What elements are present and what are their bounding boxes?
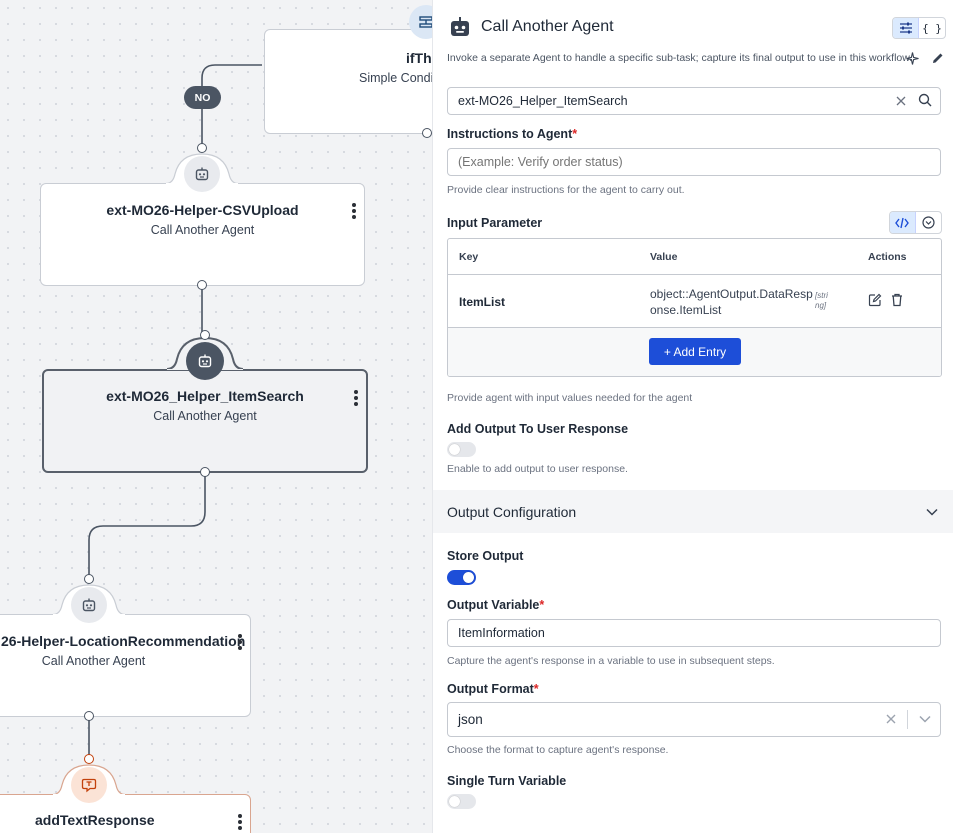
add-entry-button[interactable]: + Add Entry <box>649 338 741 365</box>
no-branch-label: NO <box>184 86 221 109</box>
table-header: Key Value Actions <box>448 239 941 275</box>
store-output-toggle[interactable] <box>447 570 476 585</box>
node-title: 26-Helper-LocationRecommendation <box>1 633 246 649</box>
node-menu-button[interactable] <box>238 634 242 650</box>
node-subtitle: Call Another Agent <box>153 409 257 423</box>
pencil-icon[interactable] <box>931 51 945 65</box>
properties-panel: Call Another Agent { } Invoke a separate… <box>432 0 953 833</box>
node-input-port[interactable] <box>197 143 207 153</box>
output-format-help: Choose the format to capture agent's res… <box>447 744 669 756</box>
single-turn-toggle[interactable] <box>447 794 476 809</box>
input-parameter-label: Input Parameter <box>447 216 543 230</box>
condition-node-title: ifTh <box>406 50 432 66</box>
node-input-port[interactable] <box>84 754 94 764</box>
node-input-port[interactable] <box>84 574 94 584</box>
row-key: ItemList <box>459 295 506 309</box>
node-output-port[interactable] <box>84 711 94 721</box>
node-output-port[interactable] <box>197 280 207 290</box>
store-output-label: Store Output <box>447 549 524 563</box>
select-divider <box>907 710 908 729</box>
robot-icon <box>449 16 471 38</box>
chevron-down-circle-icon[interactable] <box>916 212 941 233</box>
robot-icon <box>184 156 220 192</box>
trash-icon[interactable] <box>890 293 904 307</box>
sliders-icon[interactable] <box>893 18 920 38</box>
output-variable-help: Capture the agent's response in a variab… <box>447 655 775 667</box>
robot-icon <box>186 342 224 380</box>
output-variable-value: ItemInformation <box>458 626 545 640</box>
chevron-down-icon[interactable] <box>924 505 940 519</box>
row-value-line1: object::AgentOutput.DataResp <box>650 287 813 301</box>
row-type-line2: ng] <box>815 301 827 310</box>
agent-node-csvupload[interactable]: ext-MO26-Helper-CSVUpload Call Another A… <box>40 183 365 286</box>
output-variable-label: Output Variable* <box>447 598 545 612</box>
column-value: Value <box>650 251 678 263</box>
agent-node-locationrecommendation[interactable]: 26-Helper-LocationRecommendation Call An… <box>0 614 251 717</box>
add-output-help: Enable to add output to user response. <box>447 463 628 475</box>
node-title: addTextResponse <box>35 812 155 828</box>
message-text-icon <box>71 767 107 803</box>
node-menu-button[interactable] <box>352 203 356 219</box>
input-parameter-table: Key Value Actions ItemList object::Agent… <box>447 238 942 377</box>
output-format-select[interactable]: json <box>447 702 941 737</box>
condition-output-port[interactable] <box>422 128 432 138</box>
node-subtitle: Call Another Agent <box>41 654 146 668</box>
instructions-input[interactable] <box>447 148 941 176</box>
output-variable-input[interactable]: ItemInformation <box>447 619 941 647</box>
panel-description: Invoke a separate Agent to handle a spec… <box>447 52 913 64</box>
output-format-label: Output Format* <box>447 682 539 696</box>
close-icon[interactable] <box>894 94 908 108</box>
close-icon[interactable] <box>884 712 898 726</box>
chevron-down-icon[interactable] <box>917 713 933 725</box>
row-value-line2: onse.ItemList <box>650 303 722 317</box>
node-output-port[interactable] <box>200 467 210 477</box>
instructions-label: Instructions to Agent* <box>447 127 578 141</box>
node-menu-button[interactable] <box>238 814 242 830</box>
column-key: Key <box>459 251 479 263</box>
robot-icon <box>71 587 107 623</box>
edit-icon[interactable] <box>868 293 882 307</box>
workflow-canvas[interactable]: ifTh Simple Condit NO ext-MO26-Helper-CS… <box>0 0 432 833</box>
instructions-help: Provide clear instructions for the agent… <box>447 184 685 196</box>
single-turn-label: Single Turn Variable <box>447 774 567 788</box>
agent-search-input[interactable]: ext-MO26_Helper_ItemSearch <box>447 87 941 115</box>
node-subtitle: Call Another Agent <box>150 223 255 237</box>
json-view-button[interactable]: { } <box>919 18 945 38</box>
row-type-line1: [stri <box>815 291 828 300</box>
column-actions: Actions <box>868 251 907 263</box>
output-configuration-header[interactable]: Output Configuration <box>433 490 953 533</box>
input-parameter-help: Provide agent with input values needed f… <box>447 392 693 404</box>
view-toggle: { } <box>892 17 946 39</box>
node-menu-button[interactable] <box>354 390 358 406</box>
code-icon[interactable] <box>890 212 916 233</box>
sparkle-icon[interactable] <box>905 51 919 65</box>
text-response-node[interactable]: addTextResponse <box>0 794 251 833</box>
search-icon[interactable] <box>917 92 933 108</box>
agent-search-value: ext-MO26_Helper_ItemSearch <box>458 94 628 108</box>
node-input-port[interactable] <box>200 330 210 340</box>
output-configuration-title: Output Configuration <box>447 504 577 520</box>
table-row: ItemList object::AgentOutput.DataResp on… <box>448 275 941 328</box>
add-entry-row: + Add Entry <box>448 328 941 376</box>
node-title: ext-MO26-Helper-CSVUpload <box>106 202 299 218</box>
param-view-toggle <box>889 211 942 234</box>
condition-node[interactable]: ifTh Simple Condit <box>264 29 432 134</box>
node-title: ext-MO26_Helper_ItemSearch <box>106 388 304 404</box>
add-output-toggle[interactable] <box>447 442 476 457</box>
panel-title: Call Another Agent <box>481 18 614 35</box>
agent-node-itemsearch[interactable]: ext-MO26_Helper_ItemSearch Call Another … <box>42 369 368 473</box>
condition-node-subtitle: Simple Condit <box>359 71 432 85</box>
output-format-value: json <box>458 712 483 727</box>
add-output-label: Add Output To User Response <box>447 422 629 436</box>
